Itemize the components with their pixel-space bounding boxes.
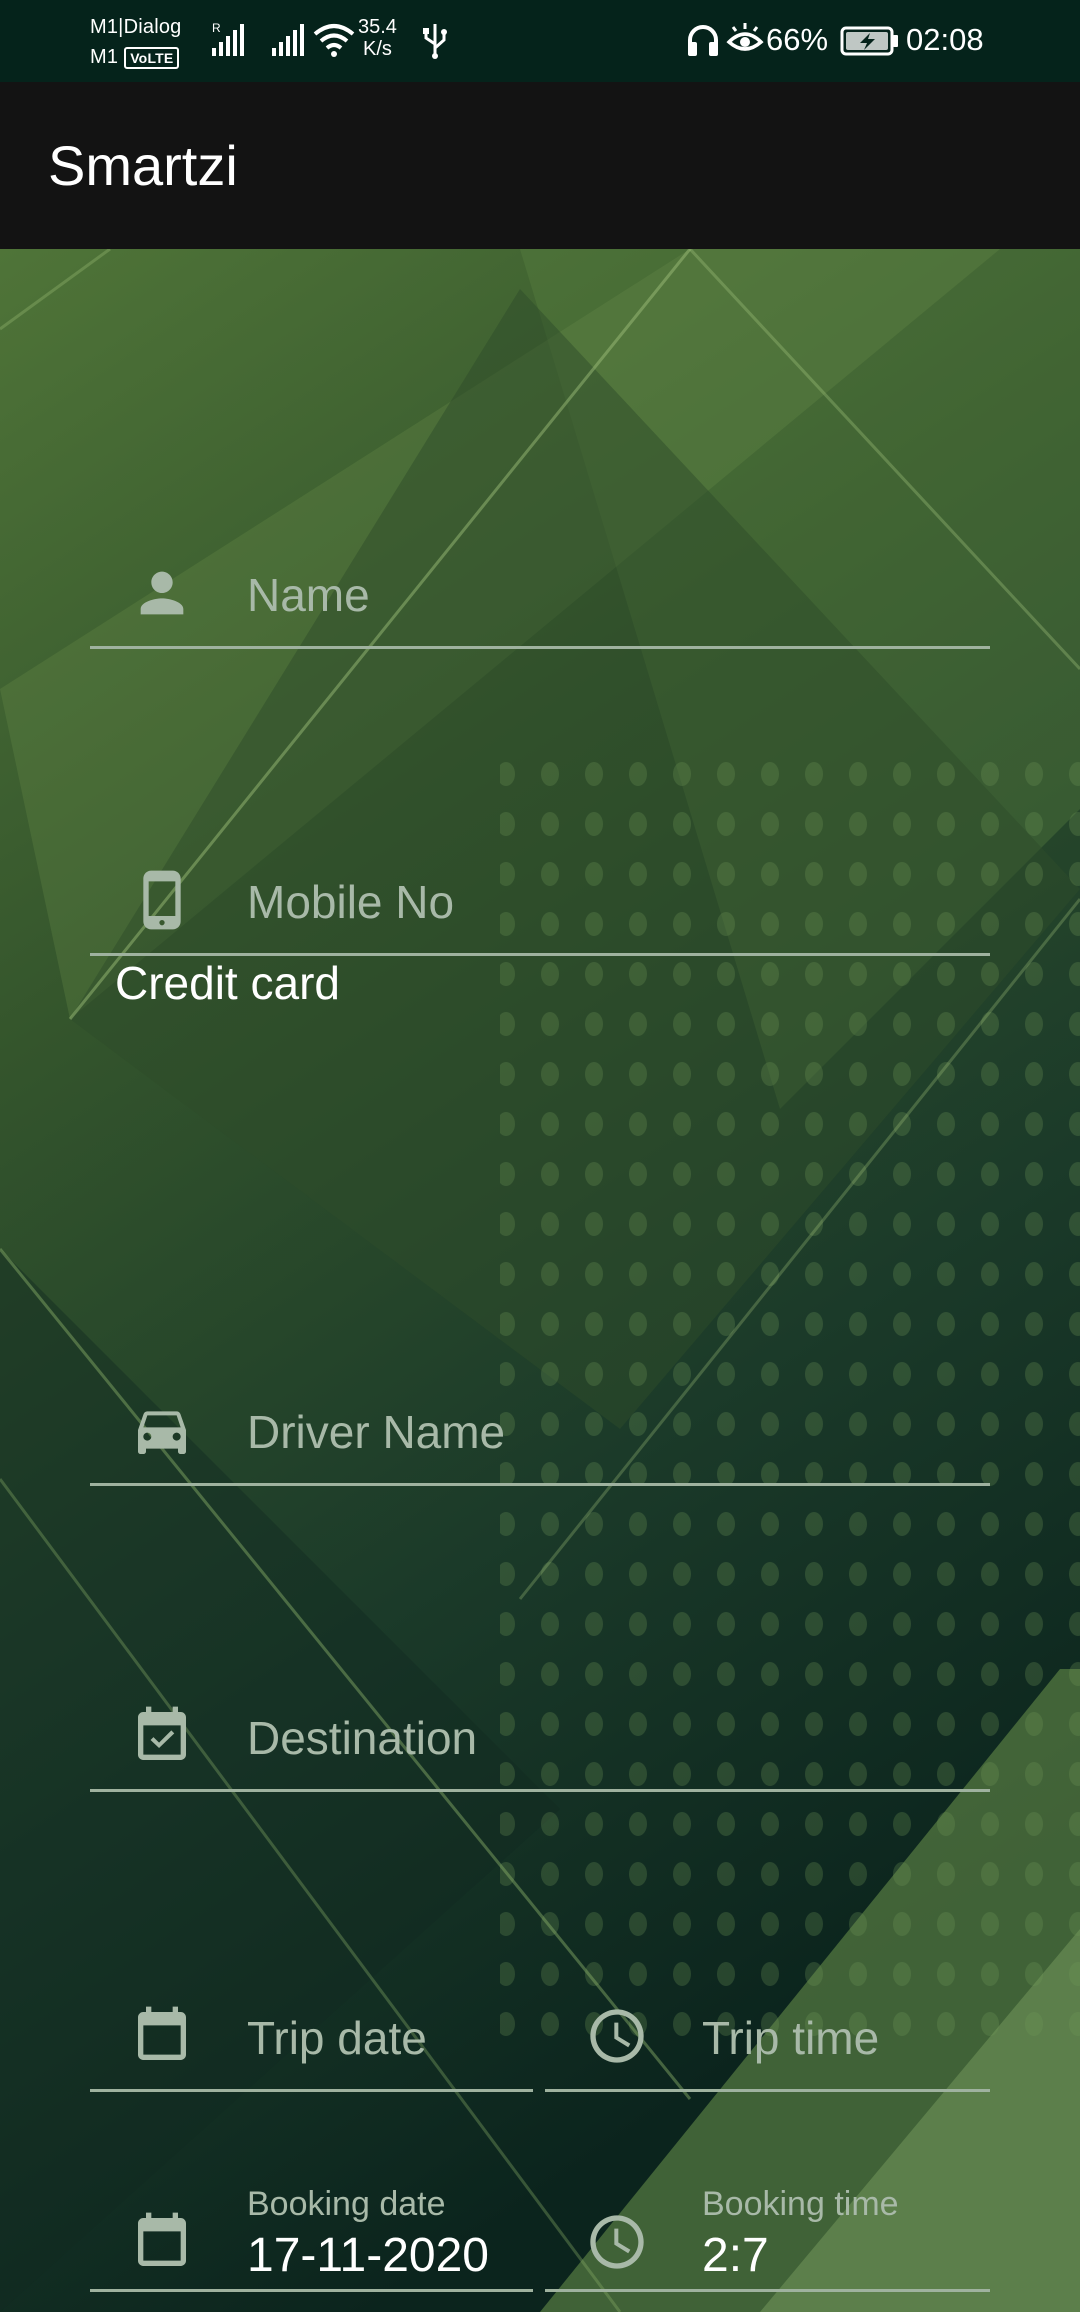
booking-time-field[interactable]: Booking time 2:7 bbox=[545, 2172, 990, 2292]
booking-date-underline bbox=[90, 2289, 533, 2292]
status-bar: M1|Dialog M1 VoLTE R 35.4 K/s 66% 02:08 bbox=[0, 0, 1080, 82]
person-icon bbox=[140, 571, 184, 615]
booking-date-field[interactable]: Booking date 17-11-2020 bbox=[90, 2172, 533, 2292]
carrier-line-2-label: M1 bbox=[90, 46, 119, 68]
name-field[interactable]: Name bbox=[90, 529, 990, 649]
booking-date-value: 17-11-2020 bbox=[247, 2229, 489, 2282]
trip-time-underline bbox=[545, 2089, 990, 2092]
name-underline bbox=[90, 646, 990, 649]
battery-percent: 66% bbox=[766, 22, 829, 57]
booking-time-value: 2:7 bbox=[702, 2229, 769, 2282]
signal-roaming-icon: R bbox=[212, 21, 244, 56]
svg-text:R: R bbox=[212, 21, 221, 35]
calendar-icon bbox=[138, 2006, 186, 2060]
checkbox-icon bbox=[138, 1706, 186, 1760]
booking-date-label: Booking date bbox=[247, 2185, 446, 2223]
driver-name-field[interactable]: Driver Name bbox=[90, 1366, 990, 1486]
name-placeholder: Name bbox=[247, 569, 370, 621]
driver-name-underline bbox=[90, 1483, 990, 1486]
net-speed-value: 35.4 bbox=[358, 16, 397, 38]
volte-badge: VoLTE bbox=[124, 47, 180, 69]
destination-underline bbox=[90, 1789, 990, 1792]
smartphone-icon bbox=[143, 870, 181, 930]
net-speed: 35.4 K/s bbox=[358, 16, 397, 60]
carrier-line-2: M1 VoLTE bbox=[90, 42, 200, 72]
signal-icon bbox=[272, 24, 304, 56]
driver-name-placeholder: Driver Name bbox=[247, 1406, 506, 1458]
calendar-icon bbox=[138, 2212, 186, 2266]
clock: 02:08 bbox=[906, 22, 984, 57]
trip-time-placeholder: Trip time bbox=[702, 2012, 880, 2064]
booking-time-label: Booking time bbox=[702, 2185, 899, 2223]
clock-icon bbox=[590, 2215, 644, 2269]
headphones-icon bbox=[688, 25, 718, 56]
wifi-icon bbox=[313, 24, 355, 57]
car-icon bbox=[138, 1411, 186, 1454]
destination-placeholder: Destination bbox=[247, 1712, 478, 1764]
destination-field[interactable]: Destination bbox=[90, 1672, 990, 1792]
app-title: Smartzi bbox=[48, 134, 238, 197]
carrier-info: M1|Dialog M1 VoLTE bbox=[90, 12, 200, 72]
battery-charging-icon bbox=[840, 26, 898, 56]
carrier-line-1: M1|Dialog bbox=[90, 16, 182, 38]
credit-card-label: Credit card bbox=[115, 957, 340, 1009]
clock-icon bbox=[590, 2009, 644, 2063]
trip-time-field[interactable]: Trip time bbox=[545, 1972, 990, 2092]
usb-icon bbox=[423, 24, 447, 59]
trip-date-underline bbox=[90, 2089, 533, 2092]
mobile-placeholder: Mobile No bbox=[247, 876, 455, 928]
booking-form: Name Mobile No Credit card Driver Name D… bbox=[0, 249, 1080, 2312]
trip-date-field[interactable]: Trip date bbox=[90, 1972, 533, 2092]
mobile-field[interactable]: Mobile No bbox=[90, 836, 990, 956]
trip-date-placeholder: Trip date bbox=[247, 2012, 427, 2064]
eye-comfort-icon bbox=[726, 23, 764, 51]
app-bar: Smartzi bbox=[0, 82, 1080, 249]
net-speed-unit: K/s bbox=[363, 38, 392, 60]
booking-time-underline bbox=[545, 2289, 990, 2292]
